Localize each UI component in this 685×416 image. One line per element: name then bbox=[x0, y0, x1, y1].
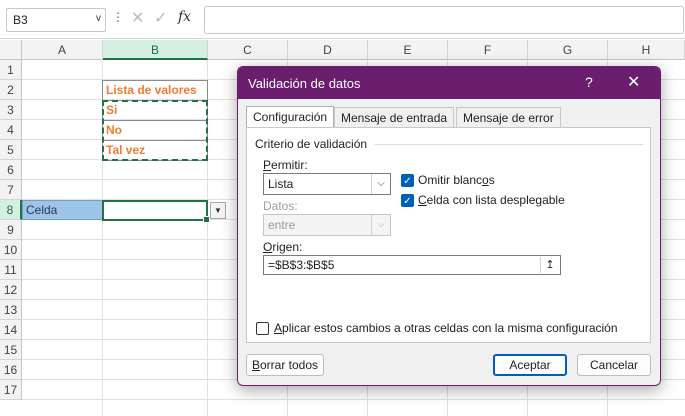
source-input[interactable]: =$B$3:$B$5 ↥ bbox=[263, 255, 561, 275]
cancel-icon[interactable]: ✕ bbox=[131, 8, 144, 28]
row-header-9[interactable]: 9 bbox=[0, 220, 22, 240]
row-header-16[interactable]: 16 bbox=[0, 360, 22, 380]
more-options-icon[interactable]: ⋮ bbox=[112, 10, 124, 24]
row-header-1[interactable]: 1 bbox=[0, 60, 22, 80]
active-cell-b8[interactable] bbox=[102, 200, 210, 223]
row-header-15[interactable]: 15 bbox=[0, 340, 22, 360]
formula-input[interactable] bbox=[204, 6, 684, 34]
cancel-button[interactable]: Cancelar bbox=[577, 354, 651, 376]
name-box[interactable]: B3 v bbox=[6, 8, 106, 32]
cell-a8[interactable]: Celda bbox=[22, 200, 103, 220]
cell-b2[interactable]: Lista de valores bbox=[102, 80, 208, 101]
allow-label: Permitir: bbox=[263, 158, 308, 172]
help-icon[interactable]: ? bbox=[585, 74, 593, 90]
ignore-blank-label: Omitir blancos bbox=[418, 173, 495, 187]
formula-bar: B3 v ⋮ ✕ ✓ fx bbox=[0, 0, 685, 39]
source-value: =$B$3:$B$5 bbox=[268, 258, 335, 272]
ignore-blank-checkbox[interactable]: ✓ bbox=[401, 174, 414, 187]
dialog-title: Validación de datos bbox=[248, 76, 361, 91]
apply-all-label: Aplicar estos cambios a otras celdas con… bbox=[274, 321, 618, 335]
row-header-17[interactable]: 17 bbox=[0, 380, 22, 400]
ok-button[interactable]: Aceptar bbox=[493, 354, 567, 376]
grid-line bbox=[22, 399, 685, 400]
tab-error-alert[interactable]: Mensaje de error bbox=[456, 107, 561, 127]
insert-function-icon[interactable]: fx bbox=[178, 9, 191, 25]
name-box-value: B3 bbox=[13, 13, 28, 27]
column-header-h[interactable]: H bbox=[608, 40, 685, 60]
tab-settings[interactable]: Configuración bbox=[246, 106, 335, 128]
column-header-g[interactable]: G bbox=[528, 40, 608, 60]
in-cell-dropdown-label: Celda con lista desplegable bbox=[418, 193, 565, 207]
row-header-7[interactable]: 7 bbox=[0, 180, 22, 200]
select-all-corner[interactable] bbox=[0, 40, 22, 60]
tab-input-message[interactable]: Mensaje de entrada bbox=[334, 107, 455, 127]
clear-all-button[interactable]: Borrar todos bbox=[246, 354, 324, 376]
row-header-5[interactable]: 5 bbox=[0, 140, 22, 160]
close-icon[interactable]: ✕ bbox=[627, 72, 640, 92]
dialog-title-bar[interactable]: Validación de datos ? ✕ bbox=[238, 67, 660, 99]
row-header-2[interactable]: 2 bbox=[0, 80, 22, 100]
fill-handle[interactable] bbox=[203, 216, 210, 223]
data-select-value: entre bbox=[268, 218, 296, 232]
data-validation-dialog: Validación de datos ? ✕ Configuración Me… bbox=[237, 66, 661, 386]
column-header-c[interactable]: C bbox=[208, 40, 288, 60]
row-header-10[interactable]: 10 bbox=[0, 240, 22, 260]
copy-marquee bbox=[102, 100, 208, 161]
column-header-e[interactable]: E bbox=[368, 40, 448, 60]
source-label: Origen: bbox=[263, 240, 303, 254]
apply-all-checkbox[interactable] bbox=[256, 322, 269, 335]
row-header-8[interactable]: 8 bbox=[0, 200, 22, 220]
allow-select[interactable]: Lista ⌵ bbox=[263, 173, 391, 195]
row-header-13[interactable]: 13 bbox=[0, 300, 22, 320]
data-select[interactable]: entre ⌵ bbox=[263, 214, 391, 236]
row-header-4[interactable]: 4 bbox=[0, 120, 22, 140]
row-header-14[interactable]: 14 bbox=[0, 320, 22, 340]
column-header-b[interactable]: B bbox=[103, 40, 208, 60]
settings-panel: Criterio de validación Permitir: Lista ⌵… bbox=[246, 127, 651, 343]
chevron-down-icon[interactable]: ⌵ bbox=[371, 215, 390, 235]
validation-criteria-title: Criterio de validación bbox=[255, 137, 368, 151]
row-header-6[interactable]: 6 bbox=[0, 160, 22, 180]
column-header-a[interactable]: A bbox=[22, 40, 103, 60]
in-cell-dropdown-checkbox[interactable]: ✓ bbox=[401, 194, 414, 207]
name-box-dropdown-icon[interactable]: v bbox=[96, 13, 101, 24]
row-header-12[interactable]: 12 bbox=[0, 280, 22, 300]
row-header-3[interactable]: 3 bbox=[0, 100, 22, 120]
cell-dropdown-icon[interactable]: ▼ bbox=[210, 202, 226, 219]
row-header-11[interactable]: 11 bbox=[0, 260, 22, 280]
group-divider bbox=[375, 144, 643, 145]
range-picker-icon[interactable]: ↥ bbox=[540, 257, 559, 273]
column-header-f[interactable]: F bbox=[448, 40, 528, 60]
allow-select-value: Lista bbox=[268, 177, 294, 191]
chevron-down-icon[interactable]: ⌵ bbox=[371, 174, 390, 194]
data-label: Datos: bbox=[263, 199, 298, 213]
enter-icon[interactable]: ✓ bbox=[154, 8, 167, 28]
column-header-d[interactable]: D bbox=[288, 40, 368, 60]
